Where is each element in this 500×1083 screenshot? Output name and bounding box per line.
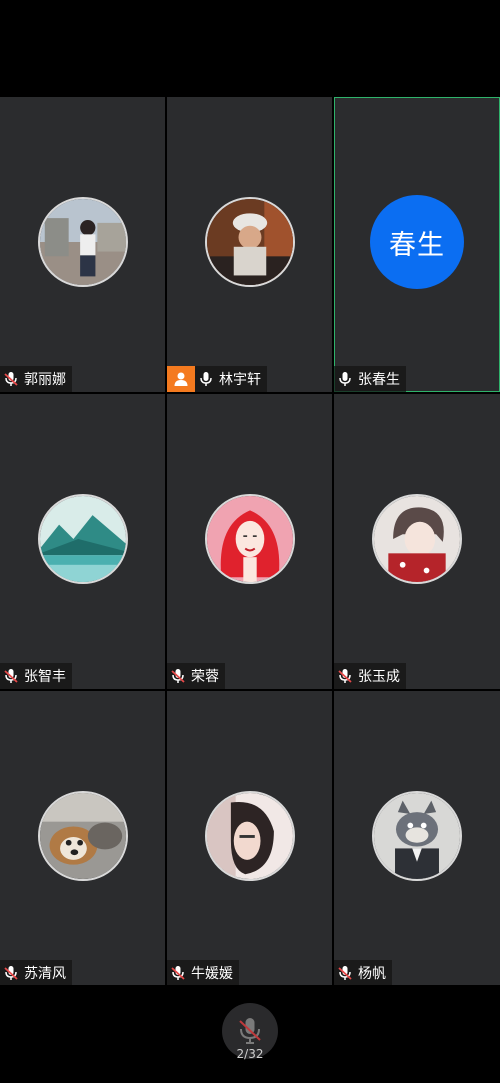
- participant-name: 荣蓉: [191, 669, 219, 685]
- name-bar: 张智丰: [0, 663, 72, 689]
- participant-name: 苏清风: [24, 966, 66, 982]
- name-bar: 荣蓉: [167, 663, 225, 689]
- mic-muted-icon: [334, 960, 356, 986]
- name-bar: 林宇轩: [167, 366, 267, 392]
- page-indicator: 2/32: [236, 1047, 264, 1061]
- participant-avatar: [37, 494, 128, 584]
- mic-muted-icon: [334, 663, 356, 689]
- participant-tile[interactable]: 林宇轩: [167, 97, 332, 392]
- top-bar: [0, 0, 500, 97]
- mic-icon: [195, 366, 217, 392]
- participant-grid: 郭丽娜 林宇轩 春生 张春生 张智丰 荣蓉 张玉成 苏清风 牛媛媛 杨帆: [0, 97, 500, 986]
- mic-icon: [334, 366, 356, 392]
- participant-avatar: [372, 791, 462, 881]
- participant-tile[interactable]: 张玉成: [334, 394, 500, 689]
- participant-tile-active[interactable]: 春生 张春生: [334, 97, 500, 392]
- name-bar: 杨帆: [334, 960, 392, 986]
- bottom-bar: 2/32: [0, 985, 500, 1083]
- name-bar: 郭丽娜: [0, 366, 72, 392]
- participant-name: 林宇轩: [219, 372, 261, 388]
- participant-avatar: [37, 791, 128, 881]
- participant-avatar: [204, 791, 295, 881]
- participant-avatar: [204, 494, 295, 584]
- participant-name: 牛媛媛: [191, 966, 233, 982]
- participant-name: 郭丽娜: [24, 372, 66, 388]
- name-bar: 张玉成: [334, 663, 406, 689]
- participant-name: 张春生: [358, 372, 400, 388]
- participant-tile[interactable]: 荣蓉: [167, 394, 332, 689]
- mic-muted-icon: [0, 960, 22, 986]
- participant-avatar: [372, 494, 462, 584]
- participant-name: 杨帆: [358, 966, 386, 982]
- mic-muted-icon: [167, 960, 189, 986]
- participant-tile[interactable]: 牛媛媛: [167, 691, 332, 986]
- participant-name: 张智丰: [24, 669, 66, 685]
- participant-tile[interactable]: 郭丽娜: [0, 97, 165, 392]
- mic-muted-icon: [239, 1018, 261, 1044]
- participant-avatar: [37, 197, 128, 287]
- name-bar: 苏清风: [0, 960, 72, 986]
- mic-muted-icon: [0, 366, 22, 392]
- name-bar: 张春生: [334, 366, 406, 392]
- name-bar: 牛媛媛: [167, 960, 239, 986]
- participant-tile[interactable]: 张智丰: [0, 394, 165, 689]
- participant-tile[interactable]: 杨帆: [334, 691, 500, 986]
- participant-name: 张玉成: [358, 669, 400, 685]
- participant-tile[interactable]: 苏清风: [0, 691, 165, 986]
- text-avatar: 春生: [370, 195, 464, 289]
- mic-muted-icon: [167, 663, 189, 689]
- mic-muted-icon: [0, 663, 22, 689]
- participant-avatar: [204, 197, 295, 287]
- host-icon: [167, 366, 195, 392]
